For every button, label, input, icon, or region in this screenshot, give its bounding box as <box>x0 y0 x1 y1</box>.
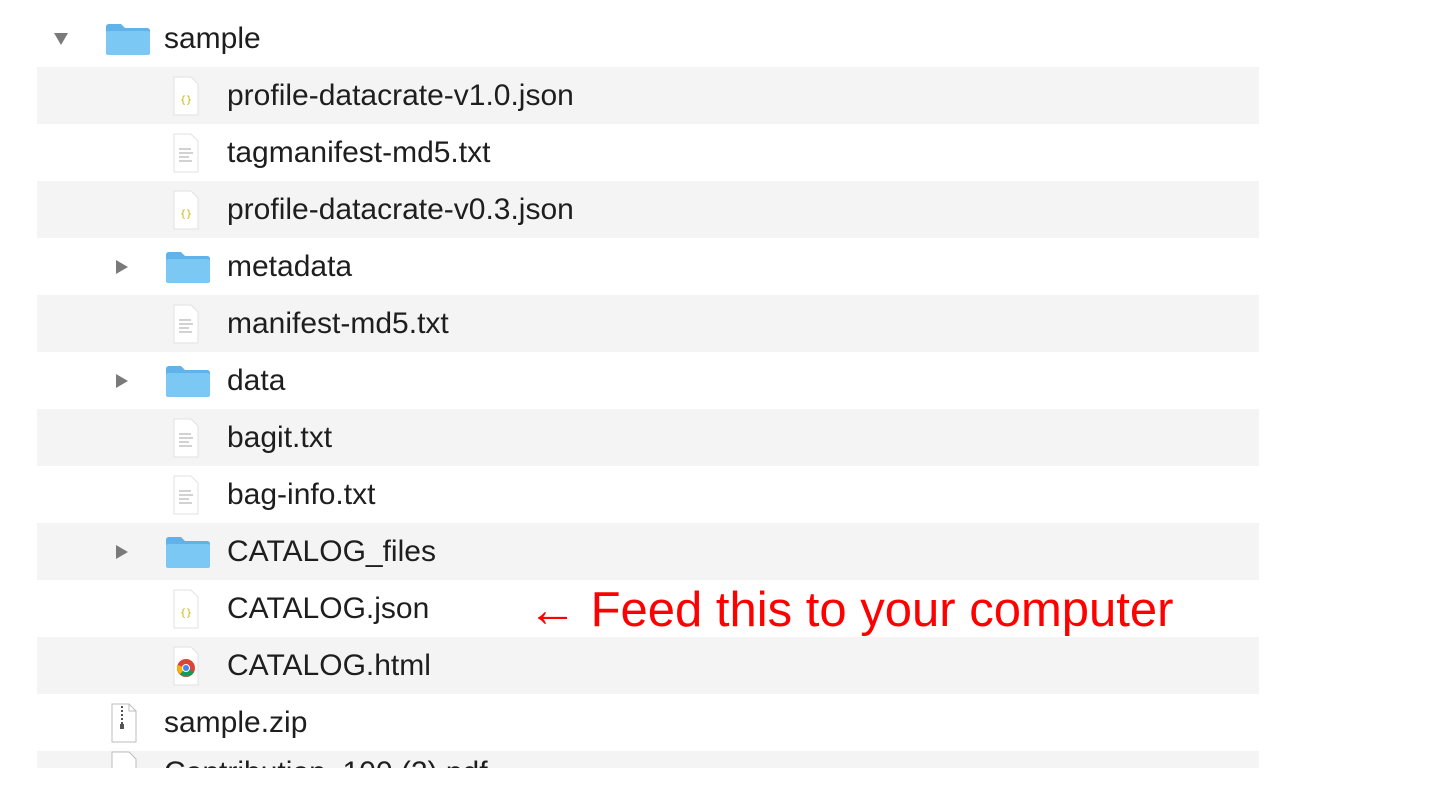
file-name-label: sample <box>164 22 261 55</box>
document-icon <box>109 751 139 768</box>
file-row[interactable]: Contribution_100 (2).pdf <box>37 751 1259 768</box>
svg-text:{}: {} <box>180 608 192 619</box>
text-file-icon <box>171 133 201 173</box>
disclosure-triangle-collapsed-icon[interactable] <box>112 371 132 391</box>
folder-icon <box>165 364 211 398</box>
file-row[interactable]: sample.zip <box>37 694 1259 751</box>
folder-icon <box>165 535 211 569</box>
file-name-label: Contribution_100 (2).pdf <box>164 751 488 768</box>
file-name-label: CATALOG.html <box>227 649 431 682</box>
file-name-label: bagit.txt <box>227 421 333 454</box>
disclosure-triangle-expanded-icon[interactable] <box>51 29 71 49</box>
zip-file-icon <box>109 703 139 743</box>
text-file-icon <box>171 475 201 515</box>
json-file-icon: {} <box>171 76 201 116</box>
file-row[interactable]: {} profile-datacrate-v0.3.json <box>37 181 1259 238</box>
file-row[interactable]: bagit.txt <box>37 409 1259 466</box>
file-name-label: CATALOG.json <box>227 592 430 625</box>
file-row[interactable]: manifest-md5.txt <box>37 295 1259 352</box>
file-name-label: manifest-md5.txt <box>227 307 449 340</box>
json-file-icon: {} <box>171 589 201 629</box>
file-row[interactable]: bag-info.txt <box>37 466 1259 523</box>
file-name-label: tagmanifest-md5.txt <box>227 136 491 169</box>
folder-row-catalog-files[interactable]: CATALOG_files <box>37 523 1259 580</box>
chrome-html-icon <box>171 646 201 686</box>
finder-file-list: sample {} profile-datacrate-v1.0.json ta… <box>37 10 1259 768</box>
folder-row-data[interactable]: data <box>37 352 1259 409</box>
disclosure-triangle-collapsed-icon[interactable] <box>112 257 132 277</box>
annotation-callout: ← Feed this to your computer <box>528 583 1174 637</box>
file-name-label: sample.zip <box>164 706 308 739</box>
disclosure-triangle-collapsed-icon[interactable] <box>112 542 132 562</box>
file-name-label: metadata <box>227 250 353 283</box>
file-row[interactable]: tagmanifest-md5.txt <box>37 124 1259 181</box>
folder-row-metadata[interactable]: metadata <box>37 238 1259 295</box>
svg-text:{}: {} <box>180 95 192 106</box>
svg-text:{}: {} <box>180 209 192 220</box>
file-name-label: profile-datacrate-v1.0.json <box>227 79 574 112</box>
folder-icon <box>105 22 151 56</box>
file-row[interactable]: CATALOG.html <box>37 637 1259 694</box>
file-name-label: data <box>227 364 286 397</box>
file-name-label: bag-info.txt <box>227 478 376 511</box>
folder-row-sample[interactable]: sample <box>37 10 1259 67</box>
file-name-label: CATALOG_files <box>227 535 436 568</box>
file-name-label: profile-datacrate-v0.3.json <box>227 193 574 226</box>
file-row[interactable]: {} profile-datacrate-v1.0.json <box>37 67 1259 124</box>
text-file-icon <box>171 304 201 344</box>
folder-icon <box>165 250 211 284</box>
json-file-icon: {} <box>171 190 201 230</box>
text-file-icon <box>171 418 201 458</box>
